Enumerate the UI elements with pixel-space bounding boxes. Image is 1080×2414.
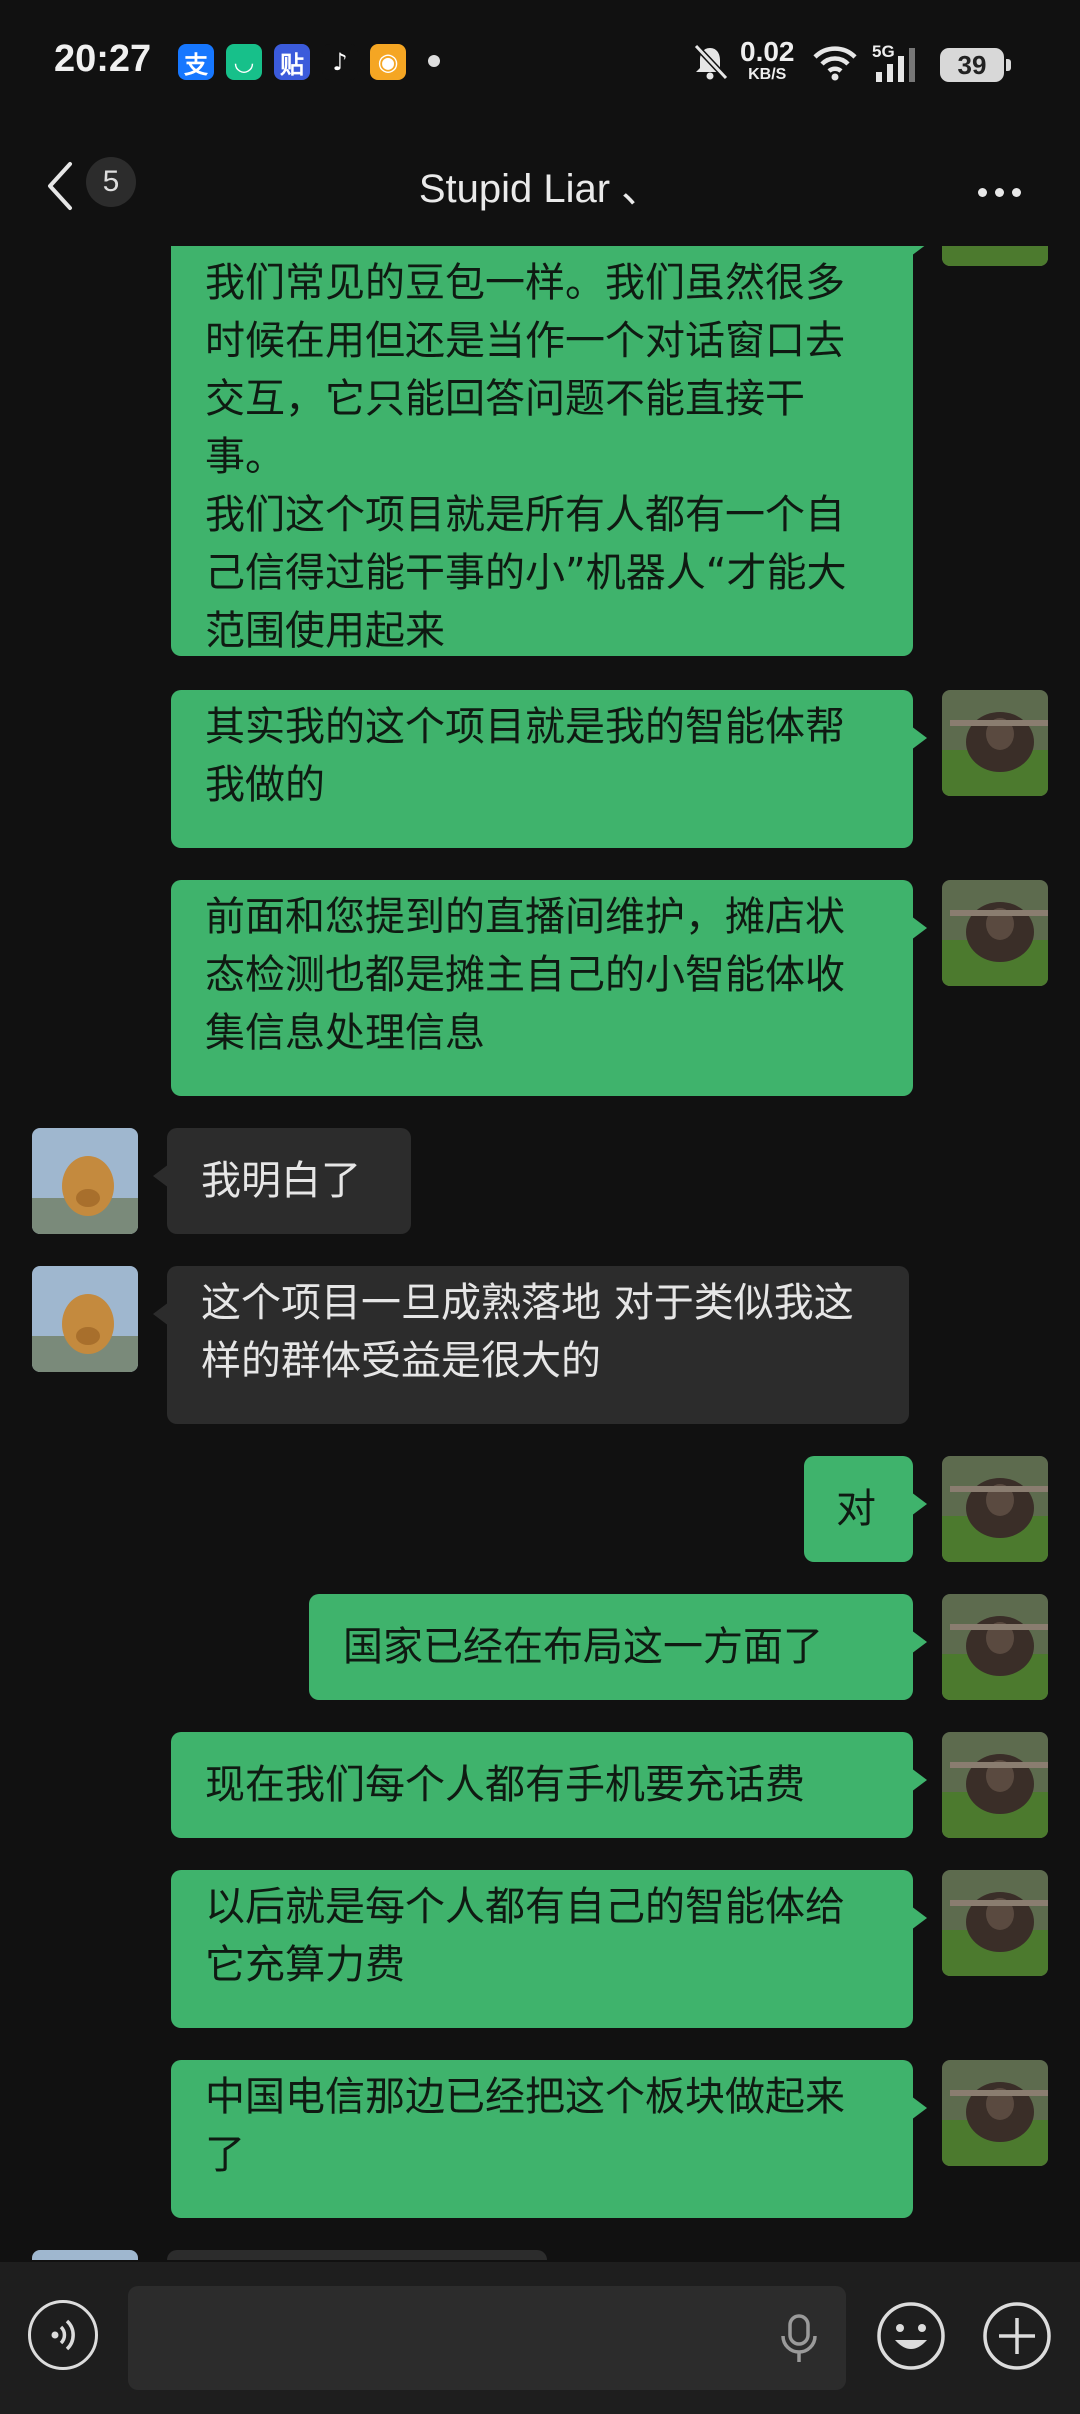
message-bubble-outgoing[interactable]: 中国电信那边已经把这个板块做起来了: [171, 2060, 927, 2218]
message-text: 对: [836, 1486, 876, 1532]
message-text: 以后就是每个人都有自己的智能体给它充算力费: [205, 1884, 845, 1988]
add-attachment-icon[interactable]: [981, 2300, 1053, 2372]
my-avatar[interactable]: [942, 1594, 1048, 1700]
message-bubble-outgoing[interactable]: 其实我的这个项目就是我的智能体帮我做的: [171, 690, 927, 848]
tiktok-icon: ♪: [322, 44, 358, 80]
voice-toggle-button[interactable]: [28, 2300, 98, 2370]
message-input[interactable]: [128, 2286, 846, 2390]
message-text: 中国电信那边已经把这个板块做起来了: [205, 2074, 845, 2178]
contact-avatar[interactable]: [32, 1266, 138, 1372]
message-bubble-outgoing[interactable]: 以后就是每个人都有自己的智能体给它充算力费: [171, 1870, 927, 2028]
input-bar: [0, 2262, 1080, 2414]
status-bar: 20:27 支 ◡ 贴 ♪ ◉ 0.02 KB/S 5G 39: [0, 0, 1080, 126]
message-text: 国家已经在布局这一方面了: [343, 1624, 823, 1670]
network-speed-unit: KB/S: [748, 66, 787, 83]
emoji-icon[interactable]: [875, 2300, 947, 2372]
message-bubble-outgoing[interactable]: 国家已经在布局这一方面了: [309, 1594, 927, 1700]
my-avatar[interactable]: [942, 2060, 1048, 2166]
message-text: 其实我的这个项目就是我的智能体帮我做的: [205, 704, 845, 808]
wifi-icon: [813, 46, 857, 81]
message-text: 现在我们每个人都有手机要充话费: [205, 1762, 805, 1808]
tieba-icon: 贴: [274, 44, 310, 80]
message-bubble-outgoing[interactable]: 对: [804, 1456, 927, 1562]
my-avatar[interactable]: [942, 1456, 1048, 1562]
contact-avatar[interactable]: [32, 2250, 138, 2260]
message-bubble-incoming[interactable]: 这个项目一旦成熟落地 对于类似我这样的群体受益是很大的: [153, 1266, 909, 1424]
message-text: 前面和您提到的直播间维护，摊店状态检测也都是摊主自己的小智能体收集信息处理信息: [205, 894, 845, 1056]
message-bubble-outgoing[interactable]: 我们常见的豆包一样。我们虽然很多时候在用但还是当作一个对话窗口去交互，它只能回答…: [171, 246, 927, 656]
mute-icon: [693, 43, 729, 81]
my-avatar[interactable]: [942, 1732, 1048, 1838]
message-text: 我明白了: [201, 1158, 361, 1204]
my-avatar[interactable]: [942, 246, 1048, 266]
battery-indicator: 39: [940, 48, 1011, 82]
weibo-icon: ◉: [370, 44, 406, 80]
my-avatar[interactable]: [942, 880, 1048, 986]
alipay-icon: 支: [178, 44, 214, 80]
message-bubble-outgoing[interactable]: 现在我们每个人都有手机要充话费: [171, 1732, 927, 1838]
message-bubble-incoming[interactable]: 我明白了: [153, 1128, 411, 1234]
voice-icon: [51, 2319, 75, 2351]
message-list[interactable]: 我们常见的豆包一样。我们虽然很多时候在用但还是当作一个对话窗口去交互，它只能回答…: [0, 246, 1080, 2260]
microphone-icon[interactable]: [776, 2312, 822, 2366]
my-avatar[interactable]: [942, 690, 1048, 796]
meituan-icon: ◡: [226, 44, 262, 80]
message-text: 我们常见的豆包一样。我们虽然很多时候在用但还是当作一个对话窗口去交互，它只能回答…: [205, 260, 847, 654]
message-text: 这个项目一旦成熟落地 对于类似我这样的群体受益是很大的: [201, 1280, 854, 1384]
signal-icon: [876, 48, 915, 82]
message-bubble-incoming[interactable]: [167, 2250, 547, 2260]
chat-title[interactable]: Stupid Liar 、: [0, 156, 1080, 214]
network-speed-value: 0.02: [740, 36, 795, 67]
my-avatar[interactable]: [942, 1870, 1048, 1976]
contact-avatar[interactable]: [32, 1128, 138, 1234]
more-options-icon[interactable]: [978, 182, 1029, 201]
network-speed: 0.02 KB/S: [740, 38, 795, 84]
status-time: 20:27: [54, 38, 152, 80]
message-bubble-outgoing[interactable]: 前面和您提到的直播间维护，摊店状态检测也都是摊主自己的小智能体收集信息处理信息: [171, 880, 927, 1096]
more-notifications-dot: [428, 55, 440, 67]
